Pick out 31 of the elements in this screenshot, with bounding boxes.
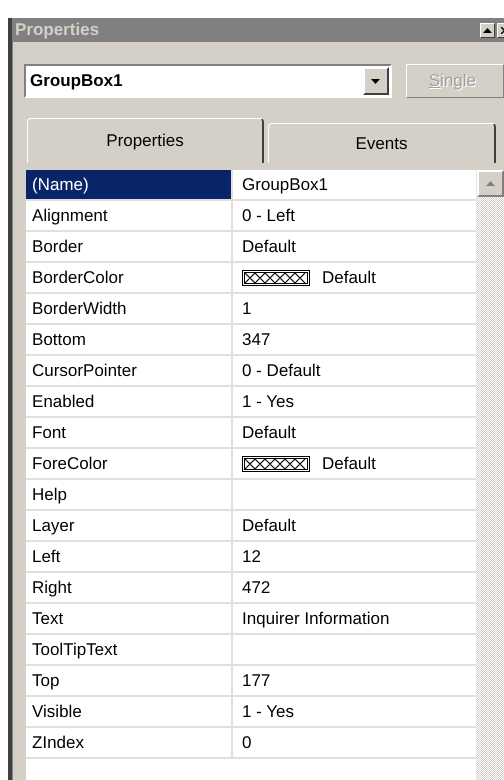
scroll-up-button[interactable] — [477, 170, 504, 197]
property-value: 1 - Yes — [242, 392, 294, 412]
property-value: Inquirer Information — [242, 608, 390, 628]
dropdown-button[interactable] — [362, 67, 389, 95]
property-value: Default — [322, 268, 376, 288]
property-value: GroupBox1 — [242, 174, 328, 194]
property-value: 0 — [242, 732, 252, 752]
scrollbar[interactable] — [476, 170, 504, 780]
tab[interactable]: Properties — [27, 118, 264, 163]
property-value: 472 — [242, 578, 270, 598]
color-swatch-icon — [242, 270, 310, 286]
color-swatch-icon — [242, 456, 310, 472]
property-value: 0 - Default — [242, 360, 320, 380]
caret-icon — [486, 181, 495, 186]
property-value: 1 - Yes — [242, 702, 294, 722]
property-name[interactable]: (Name) — [26, 170, 233, 199]
property-value: 177 — [242, 670, 270, 690]
property-value: Default — [242, 236, 296, 256]
property-value: Default — [242, 422, 296, 442]
tab[interactable]: Events — [268, 123, 496, 163]
window-title: Properties — [15, 20, 100, 40]
property-value: 0 - Left — [242, 206, 295, 226]
caret-icon — [371, 78, 380, 84]
property-value: Default — [322, 454, 376, 474]
object-dropdown[interactable]: GroupBox1 — [24, 64, 392, 98]
property-value: 1 — [242, 298, 252, 318]
caret-icon — [483, 28, 492, 32]
property-value: Default — [242, 516, 296, 536]
property-value: 12 — [242, 546, 261, 566]
property-value: 347 — [242, 330, 270, 350]
collapse-button[interactable] — [480, 22, 495, 38]
